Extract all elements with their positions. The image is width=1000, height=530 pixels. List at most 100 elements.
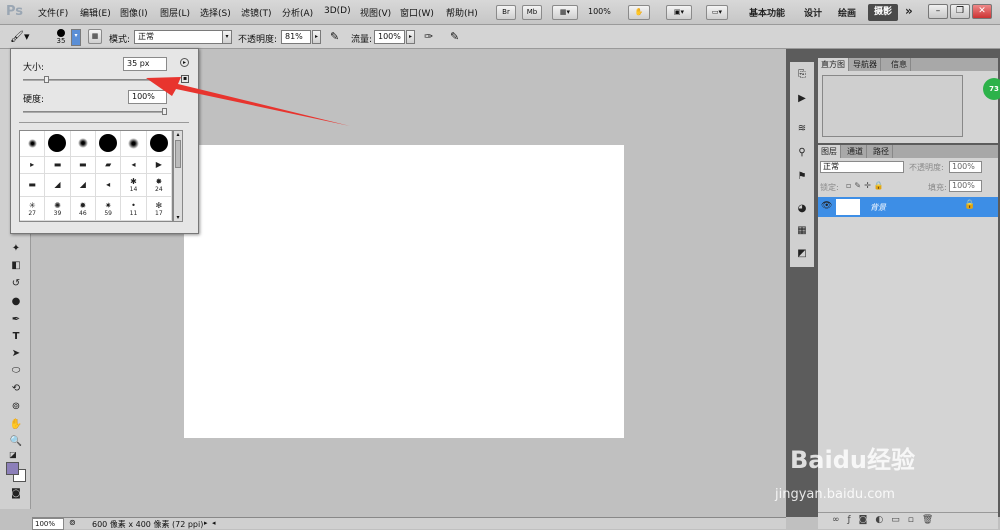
size-pressure-icon[interactable]: ✎ [450,30,459,43]
document-canvas[interactable] [184,145,624,438]
airbrush-icon[interactable]: ✑ [424,30,433,43]
masks-panel-icon[interactable]: ▦ [794,224,810,238]
menu-select[interactable]: 选择(S) [200,6,231,19]
preset-scrollbar[interactable]: ▴ ▾ [173,130,183,222]
tab-navigator[interactable]: 导航器 [850,58,881,71]
close-icon[interactable]: ✕ [972,4,992,19]
hardness-slider-thumb[interactable] [162,108,167,115]
new-preset-icon[interactable]: ▪ [181,75,189,83]
menu-3d[interactable]: 3D(D) [324,6,351,16]
brush-preset[interactable] [121,131,147,157]
lock-icons[interactable]: ▫✎✛🔒 [846,181,887,190]
brush-preset[interactable]: ▶ [146,156,172,174]
arrange-documents-button[interactable]: ▣▾ [666,5,692,20]
brush-preset[interactable] [146,131,172,157]
clone-stamp-tool-icon[interactable]: ✦ [8,242,24,256]
menu-window[interactable]: 窗口(W) [400,6,434,19]
brush-picker-dropdown-icon[interactable]: ▾ [71,29,81,46]
zoom-tool-icon[interactable]: 🔍 [8,435,24,449]
tab-histogram[interactable]: 直方图 [818,58,849,71]
brush-panel-icon[interactable]: ≋ [794,122,810,136]
brush-preset[interactable]: ✸ 24 [146,173,172,198]
layer-row[interactable]: 👁 背景 🔒 [818,197,998,217]
menu-analysis[interactable]: 分析(A) [282,6,313,19]
bridge-button[interactable]: Br [496,5,516,20]
brush-preset[interactable]: ▸ [20,156,46,174]
flow-slider-icon[interactable]: ▸ [406,30,415,44]
workspace-design[interactable]: 设计 [804,6,822,19]
layer-name[interactable]: 背景 [870,202,886,213]
more-workspaces-icon[interactable]: » [905,4,913,18]
hand-tool-button[interactable]: ✋ [628,5,650,20]
ellipse-tool-icon[interactable]: ⬭ [8,364,24,378]
mode-select[interactable]: 正常 [134,30,231,44]
brush-preset[interactable]: ✻ 17 [146,197,172,221]
hand-tool-icon[interactable]: ✋ [8,418,24,432]
eye-icon[interactable]: 👁 [821,201,832,211]
brush-preset[interactable]: ▬ [45,156,71,174]
workspace-painting[interactable]: 绘画 [838,6,856,19]
view-extras-button[interactable]: ▦▾ [552,5,578,20]
brush-tool-icon[interactable]: 🖌▾ [10,30,30,43]
layer-action-icons[interactable]: ∞ƒ◙◐▭▫🗑 [832,515,941,525]
size-input[interactable]: 35 px [123,57,167,71]
brush-preset[interactable]: ✱ 14 [121,173,147,198]
swap-colors-icon[interactable]: ◪ ⇆ [5,448,21,473]
tab-info[interactable]: 信息 [888,58,911,71]
brush-preset[interactable]: ✷ 59 [96,197,122,221]
brush-preset[interactable]: ▰ [96,156,122,174]
brush-panel-toggle-icon[interactable]: ▦ [88,29,102,44]
pen-tool-icon[interactable]: ✒ [8,313,24,327]
minimize-icon[interactable]: – [928,4,948,19]
menu-layer[interactable]: 图层(L) [160,6,190,19]
3d-orbit-tool-icon[interactable]: ⊚ [8,400,24,414]
blend-mode-select[interactable]: 正常 [820,161,904,173]
opacity-slider-icon[interactable]: ▸ [312,30,321,44]
status-zoom-input[interactable]: 100% [32,518,64,530]
3d-rotate-tool-icon[interactable]: ⟲ [8,382,24,396]
brush-preset-picker[interactable]: 35 [52,28,70,47]
clone-source-panel-icon[interactable]: ⚲ [794,146,810,160]
brush-preset[interactable]: ◢ [45,173,71,198]
tool-presets-panel-icon[interactable]: ⚑ [794,170,810,184]
menu-filter[interactable]: 滤镜(T) [241,6,272,19]
brush-preset[interactable]: ▬ [70,156,96,174]
brush-preset[interactable]: • 11 [121,197,147,221]
opacity-input[interactable]: 81% [281,30,311,44]
brush-preset[interactable]: ◂ [96,173,122,198]
history-panel-icon[interactable]: ⎘ [794,68,810,82]
styles-panel-icon[interactable]: ◩ [794,247,810,261]
brush-preset[interactable] [70,131,96,157]
menu-file[interactable]: 文件(F) [38,6,68,19]
gradient-tool-icon[interactable]: ◧ [8,259,24,273]
layer-opacity-input[interactable]: 100% [949,161,982,173]
brush-preset[interactable]: ◂ [121,156,147,174]
brush-preset[interactable]: ✺ 39 [45,197,71,221]
brush-preset[interactable]: ✳ 27 [20,197,46,221]
tab-layers[interactable]: 图层 [818,145,841,158]
scroll-left-icon[interactable]: ◂ [212,519,216,527]
status-info-icon[interactable]: ⊚ [69,518,76,527]
hardness-input[interactable]: 100% [128,90,167,104]
brush-preset[interactable]: ✹ 46 [70,197,96,221]
brush-preset[interactable] [20,131,46,157]
foreground-color-swatch[interactable] [6,462,19,475]
mode-dropdown-icon[interactable]: ▾ [222,30,232,44]
opacity-pressure-icon[interactable]: ✎ [330,30,339,43]
history-brush-tool-icon[interactable]: ↺ [8,277,24,291]
size-slider-thumb[interactable] [44,76,49,83]
menu-view[interactable]: 视图(V) [360,6,391,19]
panel-menu-icon[interactable]: ▸ [180,58,189,67]
blur-tool-icon[interactable]: ● [8,295,24,309]
zoom-level[interactable]: 100% [588,7,611,16]
path-selection-tool-icon[interactable]: ➤ [8,347,24,361]
screen-mode-button[interactable]: ▭▾ [706,5,728,20]
brush-preset[interactable]: ◢ [70,173,96,198]
mini-bridge-button[interactable]: Mb [522,5,542,20]
workspace-essentials[interactable]: 基本功能 [749,6,785,19]
menu-edit[interactable]: 编辑(E) [80,6,111,19]
fill-input[interactable]: 100% [949,180,982,192]
quick-mask-icon[interactable]: ◙ [8,487,24,501]
workspace-photography[interactable]: 摄影 [868,4,898,21]
menu-help[interactable]: 帮助(H) [446,6,478,19]
